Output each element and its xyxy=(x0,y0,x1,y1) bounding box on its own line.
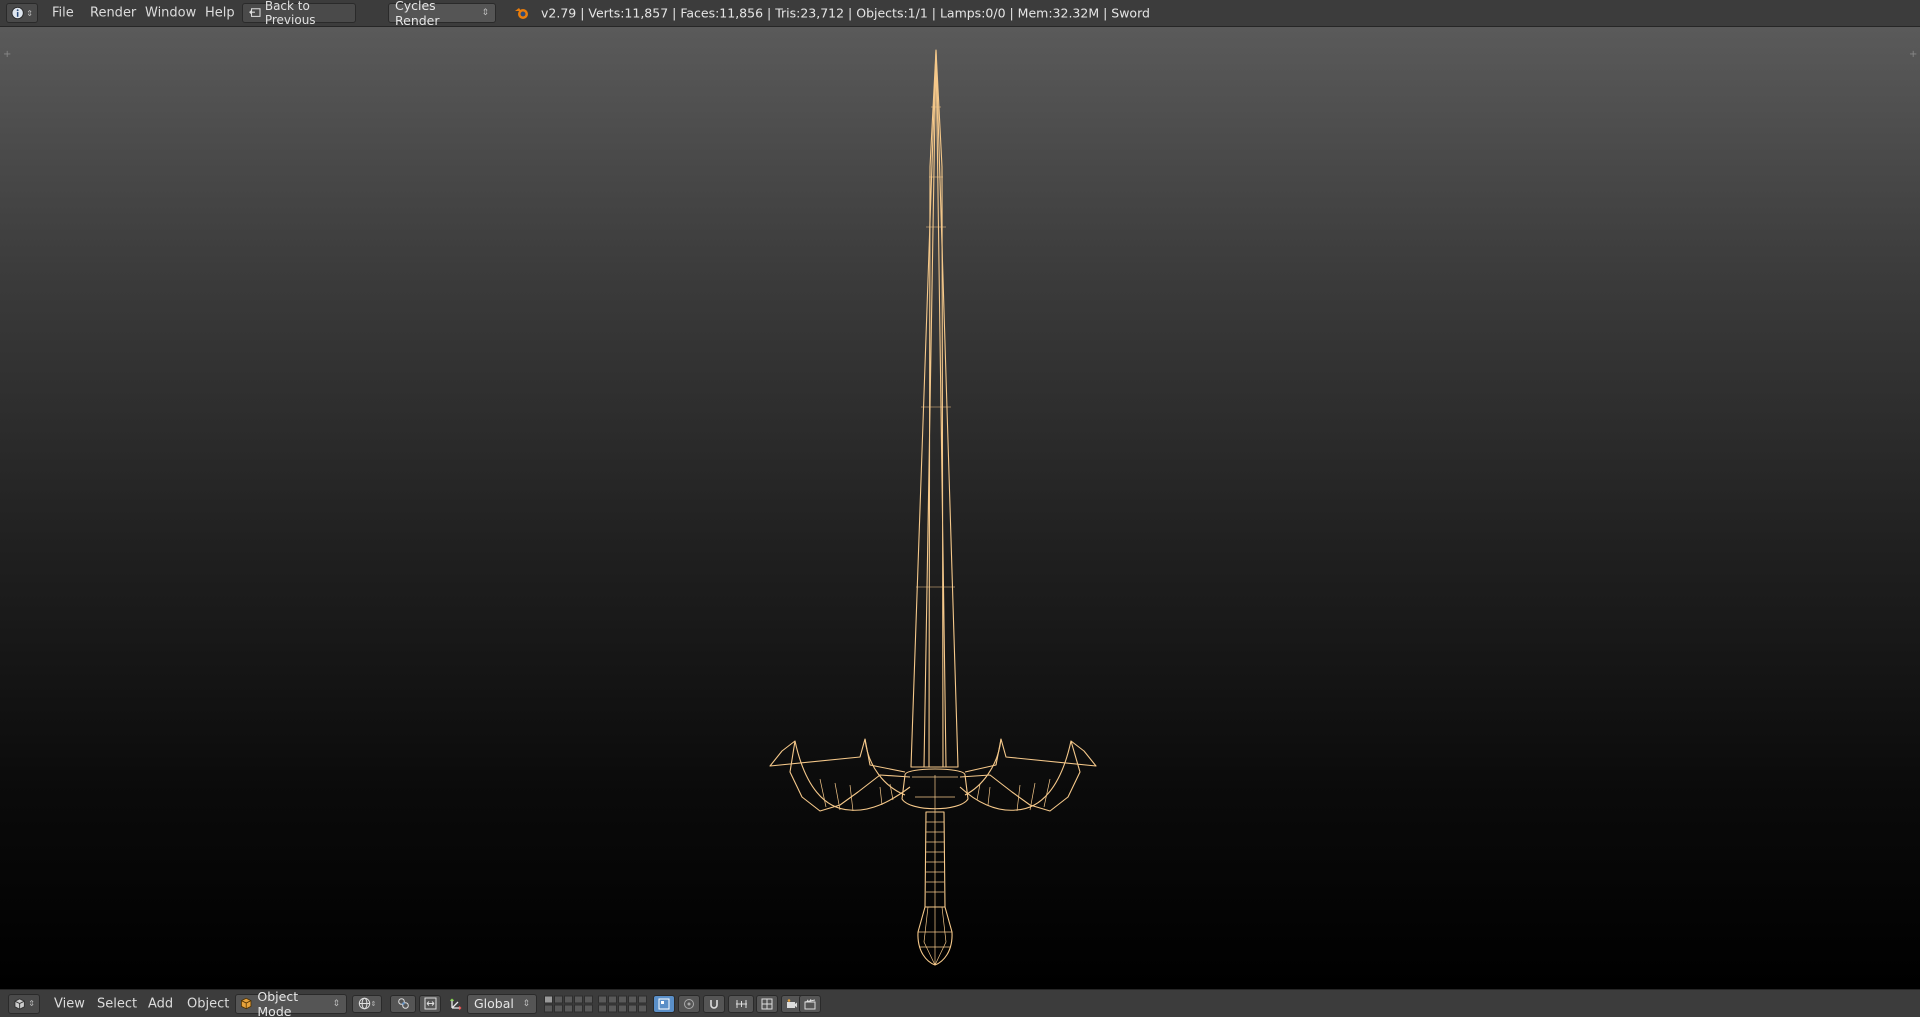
snap-increment-icon xyxy=(735,999,747,1008)
chevron-updown-icon: ⇕ xyxy=(481,8,489,18)
menu-object[interactable]: Object xyxy=(187,996,229,1011)
pivot-point-dropdown[interactable] xyxy=(390,994,416,1013)
layer-button[interactable] xyxy=(584,1004,593,1012)
scene-layers-group-2[interactable] xyxy=(598,995,647,1012)
menu-help[interactable]: Help xyxy=(205,6,235,21)
back-to-previous-label: Back to Previous xyxy=(264,0,316,27)
chevron-updown-icon: ⇕ xyxy=(26,8,33,18)
proportional-editing-dropdown[interactable] xyxy=(678,994,700,1013)
snap-target-toggle[interactable] xyxy=(756,994,778,1013)
render-engine-label: Cycles Render xyxy=(395,0,440,28)
editor-type-button[interactable]: ⇕ xyxy=(8,993,40,1014)
transform-orientation-dropdown[interactable]: Global ⇕ xyxy=(467,993,537,1014)
chevron-updown-icon: ⇕ xyxy=(370,999,377,1008)
layer-button[interactable] xyxy=(638,995,647,1003)
transform-orientation-icon xyxy=(449,998,462,1010)
chevron-updown-icon: ⇕ xyxy=(332,998,340,1009)
info-header: ⇕ File Render Window Help Back to Previo… xyxy=(0,0,1920,28)
snap-toggle[interactable] xyxy=(703,994,725,1013)
manipulator-toggle[interactable] xyxy=(419,994,441,1013)
layers-lock-icon xyxy=(658,998,670,1009)
clapperboard-icon xyxy=(804,998,816,1009)
layer-button[interactable] xyxy=(564,995,573,1003)
scene-statistics: v2.79 | Verts:11,857 | Faces:11,856 | Tr… xyxy=(541,5,1150,21)
chevron-updown-icon: ⇕ xyxy=(522,998,530,1009)
proportional-editing-icon xyxy=(684,998,694,1009)
menu-file[interactable]: File xyxy=(52,6,74,21)
object-mode-icon xyxy=(241,997,252,1010)
info-icon xyxy=(11,6,24,20)
menu-window[interactable]: Window xyxy=(145,6,196,21)
pivot-icon xyxy=(397,998,409,1009)
blade-cross-lines xyxy=(916,106,955,588)
back-to-previous-button[interactable]: Back to Previous xyxy=(242,0,356,27)
layer-button[interactable] xyxy=(628,995,637,1003)
editor-type-button[interactable]: ⇕ xyxy=(6,3,38,23)
layer-button[interactable] xyxy=(564,1004,573,1012)
layer-button[interactable] xyxy=(628,1004,637,1012)
layer-button[interactable] xyxy=(554,1004,563,1012)
magnet-icon xyxy=(710,999,718,1009)
menu-select[interactable]: Select xyxy=(97,996,137,1011)
blade-edges xyxy=(923,49,947,768)
viewport-shading-dropdown[interactable]: ⇕ xyxy=(352,994,382,1013)
layer-button[interactable] xyxy=(608,995,617,1003)
opengl-render-animation-button[interactable] xyxy=(799,994,821,1013)
3d-view-icon xyxy=(14,997,25,1010)
menu-add[interactable]: Add xyxy=(148,996,173,1011)
menu-render[interactable]: Render xyxy=(90,6,136,21)
guard-right-inner xyxy=(964,738,1002,796)
scene-layers-group-1[interactable] xyxy=(544,995,593,1012)
back-screen-icon xyxy=(249,8,261,17)
layer-button[interactable] xyxy=(574,995,583,1003)
wireframe-shading-icon xyxy=(358,997,370,1010)
layer-button[interactable] xyxy=(584,995,593,1003)
snap-element-dropdown[interactable] xyxy=(728,994,754,1013)
3d-viewport[interactable]: + + xyxy=(0,27,1920,989)
render-engine-dropdown[interactable]: Cycles Render ⇕ xyxy=(388,0,496,28)
guard-right-outline xyxy=(959,738,1097,812)
blender-logo-icon xyxy=(515,8,528,19)
transform-orientation-label: Global xyxy=(474,996,514,1011)
chevron-updown-icon: ⇕ xyxy=(28,999,35,1008)
layer-button[interactable] xyxy=(598,1004,607,1012)
layer-button[interactable] xyxy=(608,1004,617,1012)
layer-button[interactable] xyxy=(574,1004,583,1012)
layer-button[interactable] xyxy=(544,1004,553,1012)
3d-view-header: ⇕ View Select Add Object Object Mode ⇕ ⇕ xyxy=(0,989,1920,1017)
snap-target-icon xyxy=(761,998,773,1009)
camera-icon xyxy=(787,998,797,1008)
mode-dropdown[interactable]: Object Mode ⇕ xyxy=(235,989,347,1017)
guard-center-lines xyxy=(912,775,958,812)
layer-button[interactable] xyxy=(618,995,627,1003)
lock-camera-layers-toggle[interactable] xyxy=(653,994,675,1013)
layer-button[interactable] xyxy=(638,1004,647,1012)
layer-button[interactable] xyxy=(598,995,607,1003)
layer-button[interactable] xyxy=(554,995,563,1003)
guard-left-inner xyxy=(864,738,906,796)
layer-button[interactable] xyxy=(544,995,553,1003)
menu-view[interactable]: View xyxy=(54,996,85,1011)
sword-wireframe[interactable] xyxy=(0,27,1920,989)
manipulator-icon xyxy=(424,997,436,1010)
layer-button[interactable] xyxy=(618,1004,627,1012)
mode-label: Object Mode xyxy=(257,988,299,1017)
grip-wraps xyxy=(926,812,944,907)
